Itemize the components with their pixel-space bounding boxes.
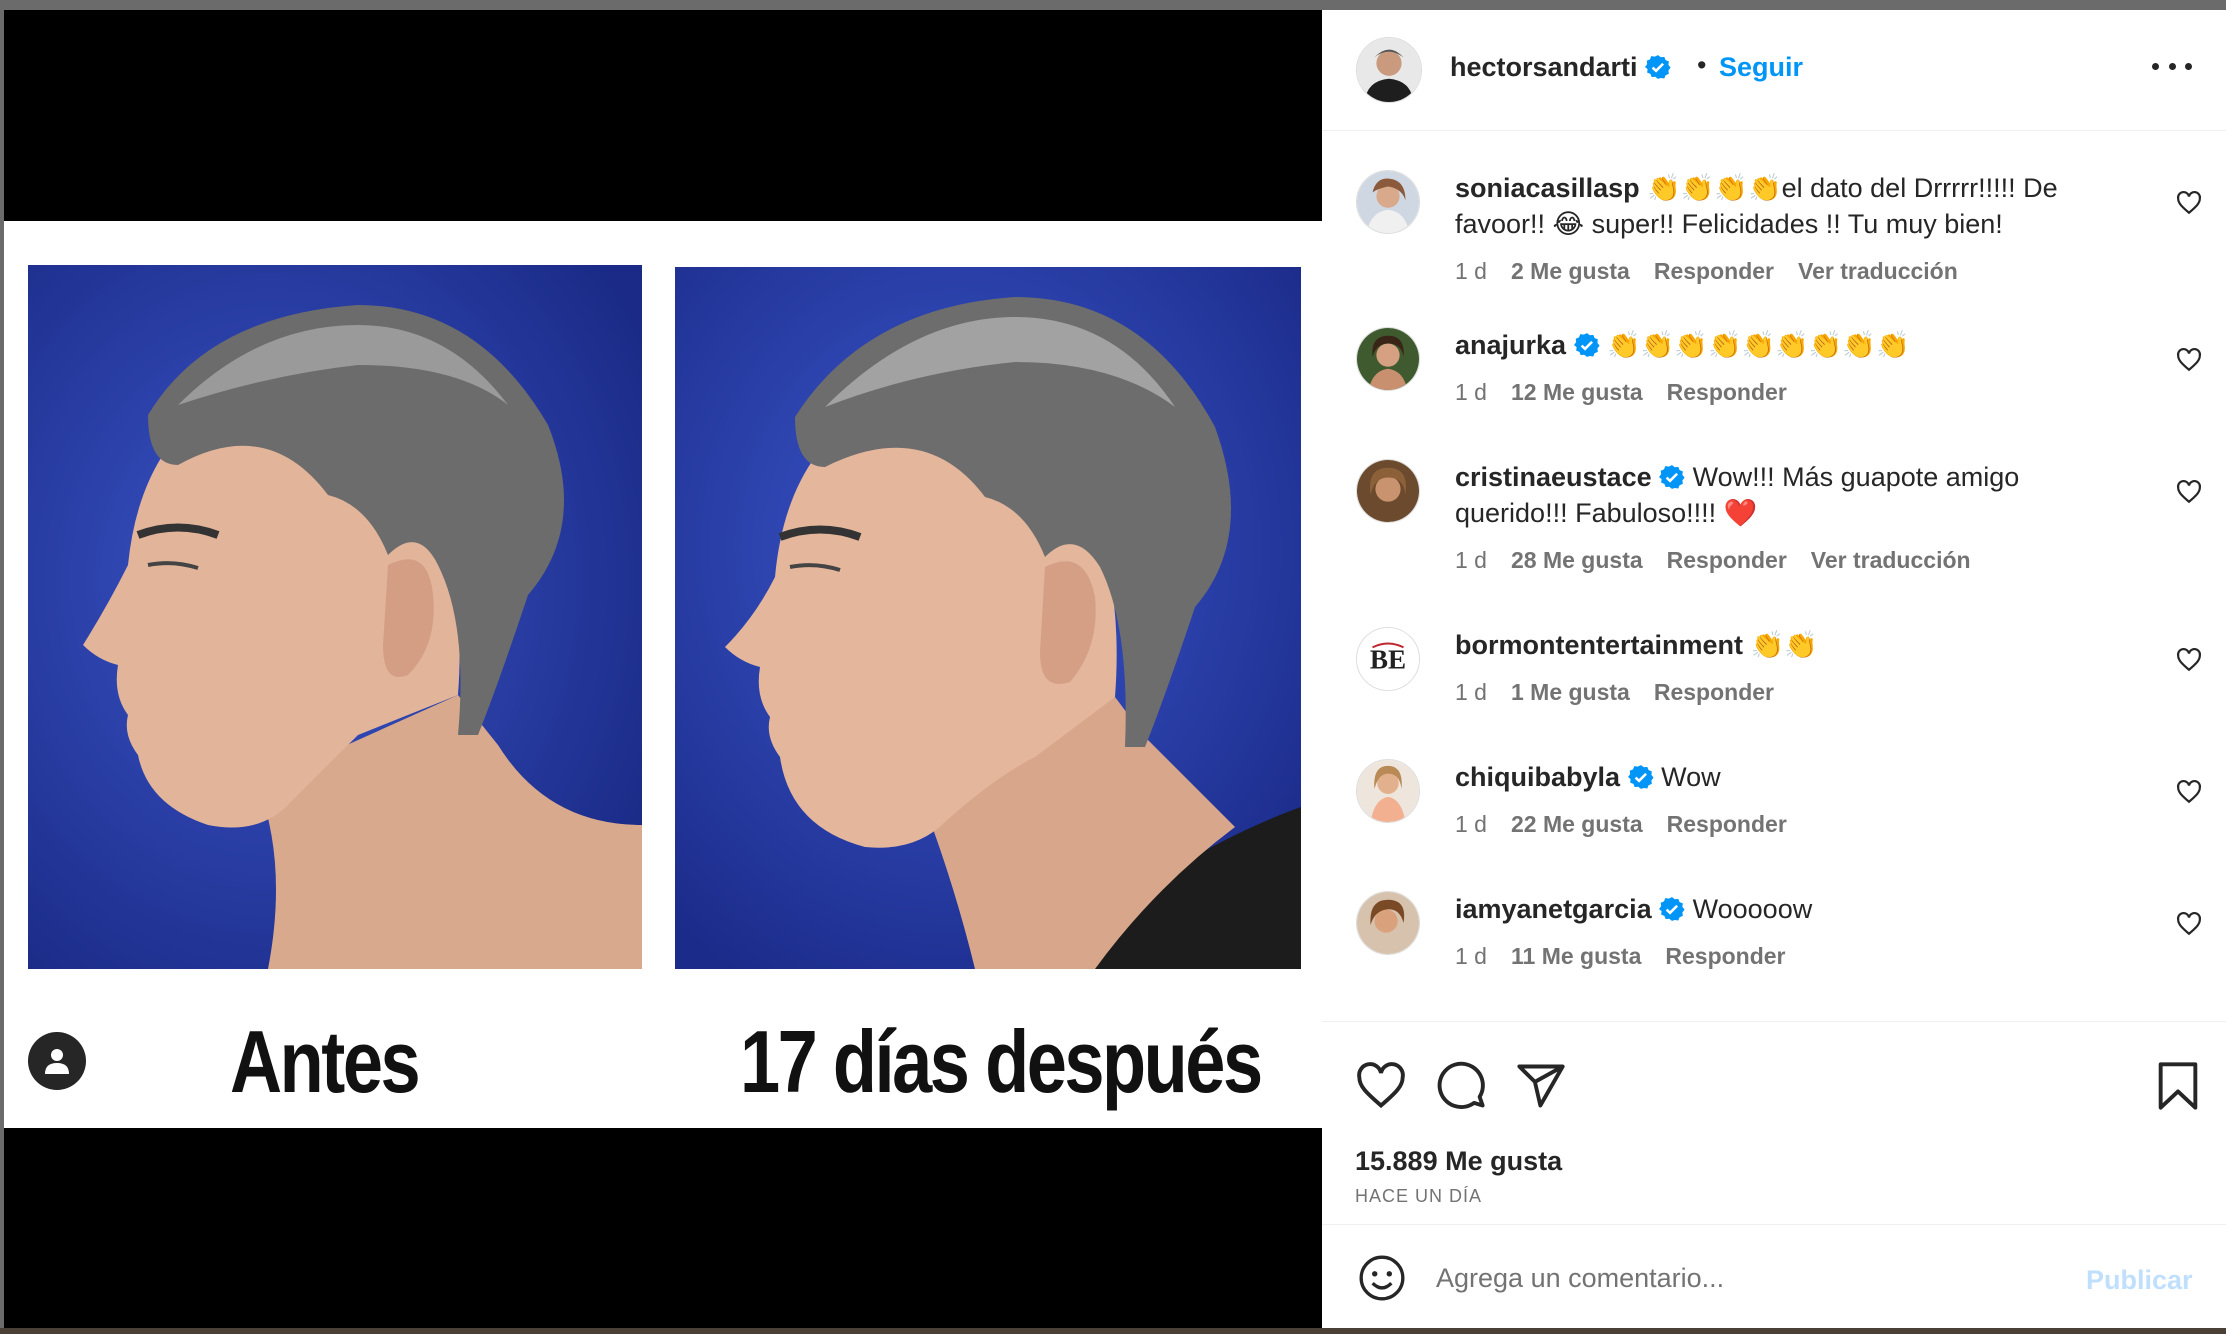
author-avatar[interactable] xyxy=(1356,37,1422,103)
comment-text: iamyanetgarcia Wooooow xyxy=(1455,891,2115,927)
verified-icon xyxy=(1659,465,1685,489)
post-header: hectorsandarti • Seguir xyxy=(1322,10,2226,131)
verified-icon xyxy=(1573,333,1600,357)
commenter-avatar[interactable] xyxy=(1356,327,1420,391)
comment-icon[interactable] xyxy=(1435,1060,1487,1112)
share-icon[interactable] xyxy=(1515,1060,1567,1112)
comment-input[interactable] xyxy=(1436,1253,2036,1303)
comment-meta: 1 d 11 Me gusta Responder xyxy=(1455,943,1786,970)
commenter-avatar[interactable]: BE xyxy=(1356,627,1420,691)
comment-heart-icon[interactable] xyxy=(2176,479,2202,505)
more-options-icon[interactable] xyxy=(2152,56,2192,76)
author-username[interactable]: hectorsandarti xyxy=(1450,52,1671,83)
reply-button[interactable]: Responder xyxy=(1654,679,1774,706)
publish-button[interactable]: Publicar xyxy=(2086,1265,2193,1296)
heart-icon[interactable] xyxy=(1355,1060,1407,1112)
comment-likes[interactable]: 22 Me gusta xyxy=(1511,811,1643,838)
caption-after: 17 días después xyxy=(740,1012,1263,1111)
comment-meta: 1 d 2 Me gusta Responder Ver traducción xyxy=(1455,258,1958,285)
after-photo xyxy=(675,267,1301,969)
comment-text: soniacasillasp 👏👏👏👏el dato del Drrrrr!!!… xyxy=(1455,170,2115,242)
comment-text: anajurka 👏👏👏👏👏👏👏👏👏 xyxy=(1455,327,2115,363)
comment-time[interactable]: 1 d xyxy=(1455,811,1487,838)
comment-meta: 1 d 1 Me gusta Responder xyxy=(1455,679,1774,706)
user-tag-icon[interactable] xyxy=(28,1032,86,1090)
before-photo xyxy=(28,265,642,969)
reply-button[interactable]: Responder xyxy=(1667,547,1787,574)
caption-before: Antes xyxy=(230,1012,421,1111)
comment-meta: 1 d 22 Me gusta Responder xyxy=(1455,811,1787,838)
comment-likes[interactable]: 28 Me gusta xyxy=(1511,547,1643,574)
comment-username[interactable]: cristinaeustace xyxy=(1455,462,1652,492)
comment-heart-icon[interactable] xyxy=(2176,190,2202,216)
comments-list: soniacasillasp 👏👏👏👏el dato del Drrrrr!!!… xyxy=(1322,131,2226,1031)
verified-icon xyxy=(1659,897,1685,921)
comment-heart-icon[interactable] xyxy=(2176,647,2202,673)
comment-heart-icon[interactable] xyxy=(2176,347,2202,373)
likes-count[interactable]: 15.889 Me gusta xyxy=(1355,1146,1562,1177)
translate-button[interactable]: Ver traducción xyxy=(1798,258,1958,285)
comment-body: 👏👏 xyxy=(1750,630,1818,660)
translate-button[interactable]: Ver traducción xyxy=(1811,547,1971,574)
comment-username[interactable]: iamyanetgarcia xyxy=(1455,894,1652,924)
verified-icon xyxy=(1645,55,1671,79)
app-window: Antes 17 días después hectorsandarti • S… xyxy=(0,0,2226,1334)
verified-icon xyxy=(1627,765,1654,789)
post-media: Antes 17 días después xyxy=(4,10,1322,1328)
comment-body: Wooooow xyxy=(1692,894,1813,924)
comment-likes[interactable]: 1 Me gusta xyxy=(1511,679,1630,706)
separator-dot: • xyxy=(1697,50,1707,80)
comment-meta: 1 d 28 Me gusta Responder Ver traducción xyxy=(1455,547,1971,574)
commenter-avatar[interactable] xyxy=(1356,891,1420,955)
comment-username[interactable]: chiquibabyla xyxy=(1455,762,1620,792)
reply-button[interactable]: Responder xyxy=(1667,811,1787,838)
author-username-text[interactable]: hectorsandarti xyxy=(1450,52,1638,82)
comment-likes[interactable]: 11 Me gusta xyxy=(1511,943,1641,970)
comment-body: Wow xyxy=(1661,762,1721,792)
bookmark-icon[interactable] xyxy=(2152,1060,2204,1112)
post-actions: 15.889 Me gusta HACE UN DÍA xyxy=(1322,1021,2226,1235)
comment-body: 👏👏👏👏👏👏👏👏👏 xyxy=(1607,330,1910,360)
comment-text: bormontentertainment 👏👏 xyxy=(1455,627,2115,663)
post-sidebar: hectorsandarti • Seguir soniacasillasp 👏… xyxy=(1322,10,2226,1328)
comment-time[interactable]: 1 d xyxy=(1455,679,1487,706)
comment-heart-icon[interactable] xyxy=(2176,911,2202,937)
comment-time[interactable]: 1 d xyxy=(1455,379,1487,406)
comment-meta: 1 d 12 Me gusta Responder xyxy=(1455,379,1787,406)
follow-button[interactable]: Seguir xyxy=(1719,52,1803,83)
post-time[interactable]: HACE UN DÍA xyxy=(1355,1186,1482,1207)
comment-text: cristinaeustace Wow!!! Más guapote amigo… xyxy=(1455,459,2115,531)
comment-time[interactable]: 1 d xyxy=(1455,547,1487,574)
emoji-icon[interactable] xyxy=(1357,1253,1407,1303)
bormont-logo-text: BE xyxy=(1370,645,1406,675)
commenter-avatar[interactable] xyxy=(1356,170,1420,234)
background-strip xyxy=(0,1328,2226,1334)
comment-time[interactable]: 1 d xyxy=(1455,258,1487,285)
comment-text: chiquibabyla Wow xyxy=(1455,759,2115,795)
comment-username[interactable]: anajurka xyxy=(1455,330,1566,360)
comment-composer: Publicar xyxy=(1322,1224,2226,1328)
commenter-avatar[interactable] xyxy=(1356,759,1420,823)
comment-likes[interactable]: 2 Me gusta xyxy=(1511,258,1630,285)
comment-likes[interactable]: 12 Me gusta xyxy=(1511,379,1643,406)
reply-button[interactable]: Responder xyxy=(1667,379,1787,406)
reply-button[interactable]: Responder xyxy=(1654,258,1774,285)
comment-username[interactable]: bormontentertainment xyxy=(1455,630,1743,660)
comment-heart-icon[interactable] xyxy=(2176,779,2202,805)
reply-button[interactable]: Responder xyxy=(1665,943,1785,970)
before-after-image: Antes 17 días después xyxy=(4,221,1322,1128)
commenter-avatar[interactable] xyxy=(1356,459,1420,523)
comment-time[interactable]: 1 d xyxy=(1455,943,1487,970)
comment-username[interactable]: soniacasillasp xyxy=(1455,173,1640,203)
